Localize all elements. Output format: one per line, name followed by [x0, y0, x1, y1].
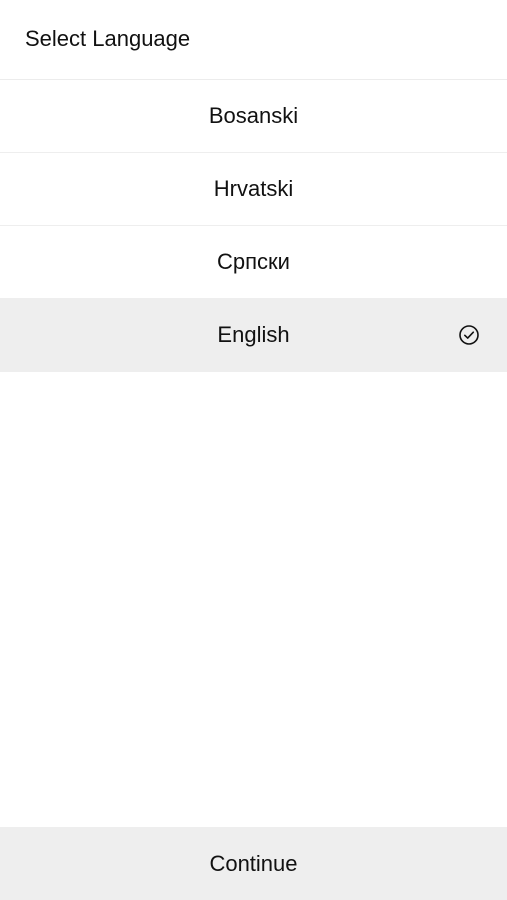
- language-label: Српски: [217, 249, 290, 274]
- continue-button[interactable]: Continue: [0, 827, 507, 900]
- header: Select Language: [0, 0, 507, 80]
- language-item-hrvatski[interactable]: Hrvatski: [0, 153, 507, 226]
- language-label: Bosanski: [208, 103, 299, 128]
- language-item-srpski[interactable]: Српски: [0, 226, 507, 299]
- language-item-bosanski[interactable]: Bosanski: [0, 80, 507, 153]
- language-list: Bosanski Hrvatski Српски English: [0, 80, 507, 372]
- page-title: Select Language: [25, 25, 191, 51]
- check-circle-icon: [459, 325, 479, 345]
- language-label: Hrvatski: [213, 176, 294, 201]
- language-select-screen: Select Language Bosanski Hrvatski Српски…: [0, 0, 507, 900]
- language-item-english[interactable]: English: [0, 299, 507, 372]
- language-label: English: [217, 322, 290, 347]
